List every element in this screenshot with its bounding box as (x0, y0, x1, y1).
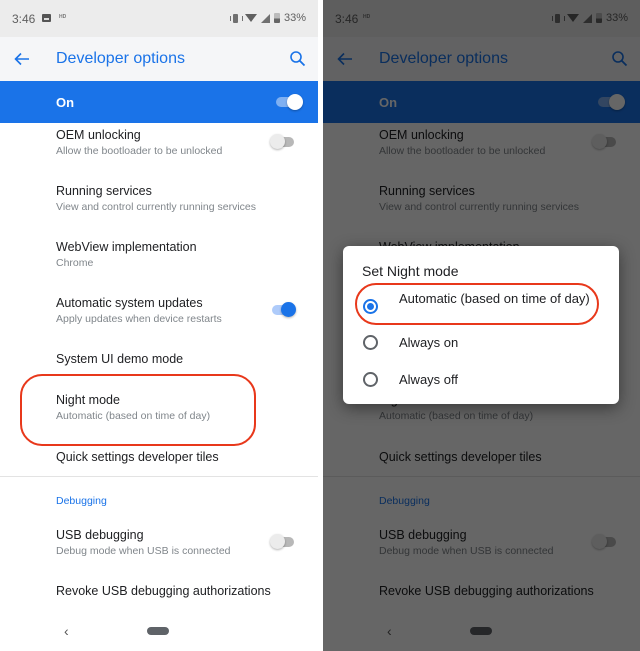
pref-title: Quick settings developer tiles (56, 450, 219, 464)
battery-icon (273, 13, 280, 23)
pref-summary: Apply updates when device restarts (56, 313, 222, 325)
pref-title: WebView implementation (56, 240, 197, 254)
radio-option-always-off[interactable]: Always off (343, 367, 619, 393)
usb-debugging-toggle[interactable] (270, 534, 296, 550)
hd-icon: HD (59, 14, 67, 20)
back-button[interactable] (12, 49, 32, 69)
pref-quick-settings-tiles[interactable]: Quick settings developer tiles (0, 442, 318, 474)
pref-title: USB debugging (56, 528, 144, 542)
radio-option-always-on[interactable]: Always on (343, 330, 619, 356)
radio-label: Always on (399, 335, 459, 350)
pref-title: Automatic system updates (56, 296, 203, 310)
pref-oem-unlocking[interactable]: OEM unlocking Allow the bootloader to be… (0, 123, 318, 173)
pref-summary: Automatic (based on time of day) (56, 410, 211, 422)
radio-button-checked[interactable] (363, 299, 378, 314)
navigation-bar: ‹ (0, 613, 318, 651)
radio-label: Always off (399, 372, 459, 387)
night-mode-dialog: Set Night mode Automatic (based on time … (343, 246, 619, 404)
radio-label: Automatic (based on time of day) (399, 291, 590, 306)
status-bar: 3:46 HD 33% (0, 0, 318, 37)
nav-home-button[interactable] (147, 627, 169, 635)
status-time: 3:46 (12, 12, 36, 26)
pref-system-ui-demo-mode[interactable]: System UI demo mode (0, 344, 318, 376)
pref-automatic-system-updates[interactable]: Automatic system updates Apply updates w… (0, 291, 318, 341)
pref-summary: Allow the bootloader to be unlocked (56, 145, 223, 157)
pref-title: System UI demo mode (56, 352, 184, 366)
oem-unlocking-toggle[interactable] (270, 134, 296, 150)
pref-summary: View and control currently running servi… (56, 201, 256, 213)
battery-percent: 33% (283, 12, 306, 24)
category-debugging: Debugging (56, 495, 107, 507)
page-title: Developer options (56, 50, 185, 67)
pref-running-services[interactable]: Running services View and control curren… (0, 179, 318, 229)
radio-button[interactable] (363, 335, 378, 350)
pref-summary: Chrome (56, 257, 94, 269)
pref-title: Revoke USB debugging authorizations (56, 584, 271, 598)
pref-webview-implementation[interactable]: WebView implementation Chrome (0, 235, 318, 285)
cell-signal-icon (260, 13, 270, 23)
radio-option-automatic[interactable]: Automatic (based on time of day) (343, 288, 619, 326)
dialog-title: Set Night mode (362, 263, 459, 279)
automatic-updates-toggle[interactable] (270, 302, 296, 318)
section-divider (0, 476, 318, 477)
nav-back-button[interactable]: ‹ (64, 623, 69, 639)
pref-night-mode[interactable]: Night mode Automatic (based on time of d… (0, 388, 318, 438)
master-switch-toggle[interactable] (276, 94, 303, 110)
pref-title: OEM unlocking (56, 128, 141, 142)
radio-button[interactable] (363, 372, 378, 387)
search-icon (290, 51, 306, 67)
settings-screen: 3:46 HD 33% Developer options On OEM unl… (0, 0, 318, 651)
master-switch-label: On (56, 95, 75, 110)
vibrate-icon (229, 13, 243, 23)
pref-title: Running services (56, 184, 152, 198)
image-notification-icon (42, 14, 51, 22)
wifi-icon (244, 14, 257, 22)
pref-revoke-usb-authorizations[interactable]: Revoke USB debugging authorizations (0, 577, 318, 609)
search-button[interactable] (288, 49, 308, 69)
app-bar: Developer options (0, 37, 318, 81)
master-switch-bar[interactable]: On (0, 81, 318, 123)
arrow-back-icon (14, 52, 29, 66)
pref-usb-debugging[interactable]: USB debugging Debug mode when USB is con… (0, 523, 318, 573)
pref-title: Night mode (56, 393, 120, 407)
night-mode-dialog-screen: 3:46 HD 33% Developer options On OEM unl… (323, 0, 640, 651)
pref-summary: Debug mode when USB is connected (56, 545, 231, 557)
